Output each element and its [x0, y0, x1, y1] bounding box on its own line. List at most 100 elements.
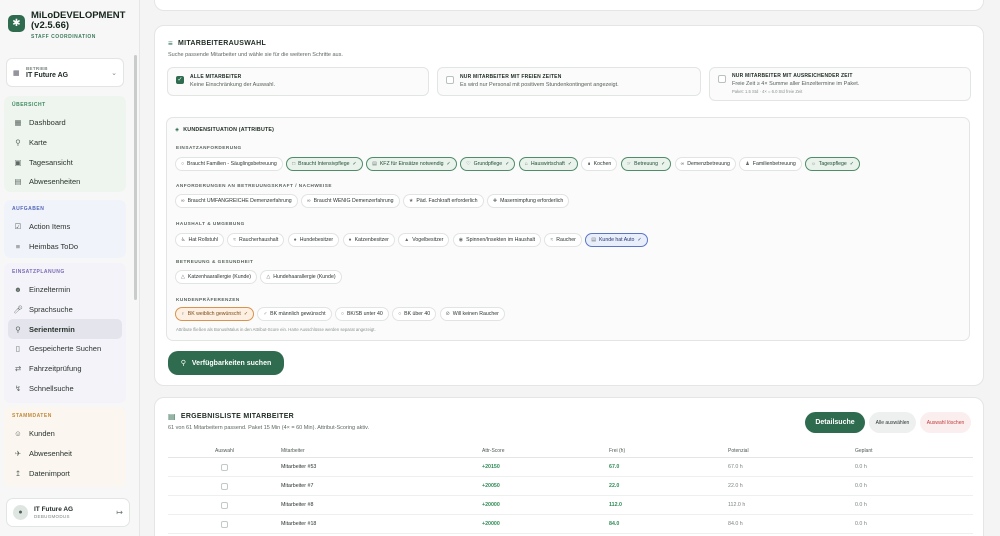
cell-name: Mitarbeiter #7 — [281, 483, 314, 489]
chip-ueber-40[interactable]: ○ BK über 40 — [392, 307, 437, 321]
chip-rollstuhl[interactable]: ♿ Hat Rollstuhl — [175, 233, 224, 247]
nav-group-title: ÜBERSICHT — [12, 102, 46, 108]
logout-icon[interactable]: ↦ — [116, 508, 123, 517]
attribute-hint: Attribute fließen als Bonus/Malus in den… — [176, 327, 376, 332]
chip-kfz[interactable]: ▤ KFZ für Einsätze notwendig ✓ — [366, 157, 457, 171]
kundensituation-panel: ◈ KUNDENSITUATION (ATTRIBUTE) EINSATZANFO… — [166, 117, 970, 341]
chip-katzenhaarallergie[interactable]: △ Katzenhaarallergie (Kunde) — [175, 270, 258, 284]
sidebar-item-datenimport[interactable]: ↥ Datenimport — [8, 463, 122, 483]
table-row[interactable]: Mitarbeiter #18 +20000 84.0 84.0 h 0.0 h — [168, 515, 973, 534]
brain-icon: ∞ — [680, 161, 685, 167]
chip-umfangreiche-demenz[interactable]: ∞ Braucht UMFANGREICHE Demenzerfahrung — [175, 194, 298, 208]
sidebar-item-heimbas-todo[interactable]: ≡ Heimbas ToDo — [8, 237, 122, 257]
chip-tagespflege[interactable]: ☼ Tagespflege ✓ — [805, 157, 860, 171]
sidebar-item-karte[interactable]: ⚲ Karte — [8, 133, 122, 153]
column-header[interactable]: Potenzial — [728, 448, 855, 454]
chip-bk-weiblich[interactable]: ♀ BK weiblich gewünscht ✓ — [175, 307, 255, 321]
sidebar-item-fahrzeitpruefung[interactable]: ⇄ Fahrzeitprüfung — [8, 359, 122, 379]
chip-bk-maennlich[interactable]: ♂ BK männlich gewünscht — [257, 307, 332, 321]
column-header[interactable]: Geplant — [855, 448, 973, 454]
sidebar-item-label: Fahrzeitprüfung — [29, 364, 82, 374]
sidebar-item-tagesansicht[interactable]: ▣ Tagesansicht — [8, 152, 122, 172]
chip-vogelbesitzer[interactable]: ▲ Vogelbesitzer — [398, 233, 450, 247]
chip-kunde-hat-auto[interactable]: ▤ Kunde hat Auto ✓ — [585, 233, 648, 247]
male-icon: ♂ — [263, 311, 268, 317]
previous-card — [154, 0, 984, 11]
row-checkbox[interactable] — [221, 482, 228, 490]
chip-demenzbetreuung[interactable]: ∞ Demenzbetreuung — [674, 157, 736, 171]
people-icon: ☺ — [14, 429, 22, 439]
detailsuche-button[interactable]: Detailsuche — [805, 412, 865, 433]
chip-hundebesitzer[interactable]: ● Hundebesitzer — [287, 233, 340, 247]
users-search-icon: ⚲ — [15, 324, 21, 334]
family-icon: ♟ — [745, 161, 750, 167]
check-icon: ✓ — [446, 161, 451, 167]
sidebar-item-schnellsuche[interactable]: ↯ Schnellsuche — [8, 378, 122, 398]
option-freie-zeiten[interactable]: NUR MITARBEITER MIT FREIEN ZEITEN Es wir… — [437, 67, 701, 96]
chip-hauswirtschaft[interactable]: ⌂ Hauswirtschaft ✓ — [518, 157, 579, 171]
cell-potenzial: 22.0 h — [728, 483, 743, 489]
chip-betreuung[interactable]: ☞ Betreuung ✓ — [620, 157, 672, 171]
cell-score: +20000 — [482, 521, 500, 527]
option-alle-mitarbeiter[interactable]: ✓ ALLE MITARBEITER Keine Einschränkung d… — [167, 67, 429, 96]
chip-label: BK weiblich gewünscht — [187, 311, 241, 317]
chip-raucher[interactable]: ≈ Raucher — [544, 233, 582, 247]
betrieb-value: IT Future AG — [26, 72, 69, 79]
sidebar-scrollbar[interactable] — [134, 55, 137, 300]
chip-label: Päd. Fachkraft erforderlich — [416, 198, 478, 204]
sidebar-item-gespeicherte-suchen[interactable]: ▯ Gespeicherte Suchen — [8, 339, 122, 359]
chip-paed-fachkraft[interactable]: ★ Päd. Fachkraft erforderlich — [402, 194, 484, 208]
checkbox-checked-icon[interactable]: ✓ — [176, 76, 184, 84]
betrieb-select[interactable]: ▦ BETRIEB IT Future AG ⌄ — [6, 58, 124, 87]
chip-saeuglingsbetreuung[interactable]: ○ Braucht Familien - Säuglingsbetreuung — [175, 157, 283, 171]
sidebar-item-dashboard[interactable]: ▦ Dashboard — [8, 113, 122, 133]
column-header[interactable]: Frei (h) — [609, 448, 728, 454]
clear-selection-button[interactable]: Auswahl löschen — [920, 412, 971, 433]
sidebar-item-serientermin[interactable]: ⚲ Serientermin — [8, 319, 122, 340]
chip-masernimpfung[interactable]: ✚ Masernimpfung erforderlich — [486, 194, 570, 208]
row-checkbox[interactable] — [221, 463, 228, 471]
row-checkbox[interactable] — [221, 520, 228, 528]
select-all-button[interactable]: Alle auswählen — [869, 412, 916, 433]
option-title: ALLE MITARBEITER — [190, 74, 242, 80]
option-ausreichende-zeit[interactable]: NUR MITARBEITER MIT AUSREICHENDER ZEIT F… — [709, 67, 971, 101]
chip-intensivpflege[interactable]: □ Braucht Intensivpflege ✓ — [286, 157, 363, 171]
category-title: BETREUUNG & GESUNDHEIT — [176, 259, 254, 264]
option-desc: Freie Zeit ≥ 4× Summe aller Einzeltermin… — [732, 81, 860, 87]
chip-kochen[interactable]: ∎ Kochen — [581, 157, 618, 171]
sidebar-item-action-items[interactable]: ☑ Action Items — [8, 217, 122, 237]
chip-label: Demenzbetreuung — [687, 161, 730, 167]
chip-wenig-demenz[interactable]: ∞ Braucht WENIG Demenzerfahrung — [301, 194, 400, 208]
chip-spinnen-insekten[interactable]: ◉ Spinnen/Insekten im Haushalt — [452, 233, 542, 247]
chip-unter-40[interactable]: ○ BK/SB unter 40 — [334, 307, 389, 321]
sidebar-item-kunden[interactable]: ☺ Kunden — [8, 424, 122, 444]
checkbox[interactable] — [446, 76, 454, 84]
brain-icon: ∞ — [307, 198, 311, 204]
table-row[interactable]: Mitarbeiter #7 +20050 22.0 22.0 h 0.0 h — [168, 477, 973, 496]
column-header[interactable]: Attr-Score — [482, 448, 609, 454]
sidebar-item-abwesenheiten[interactable]: ▤ Abwesenheiten — [8, 172, 122, 192]
table-row[interactable]: Mitarbeiter #8 +20000 112.0 112.0 h 0.0 … — [168, 496, 973, 515]
building-icon: ▦ — [13, 69, 20, 77]
map-pin-icon: ⚲ — [15, 138, 21, 148]
chip-keinen-raucher[interactable]: ⊘ Will keinen Raucher — [439, 307, 505, 321]
sidebar-item-label: Kunden — [29, 429, 55, 439]
chip-katzenbesitzer[interactable]: ● Katzenbesitzer — [342, 233, 395, 247]
chip-raucherhaushalt[interactable]: ≈ Raucherhaushalt — [227, 233, 285, 247]
chip-grundpflege[interactable]: ♡ Grundpflege ✓ — [460, 157, 516, 171]
sidebar-item-label: Heimbas ToDo — [29, 242, 79, 252]
sidebar-item-abwesenheit[interactable]: ✈ Abwesenheit — [8, 444, 122, 464]
column-header[interactable]: Mitarbeiter — [281, 448, 482, 454]
sidebar-item-sprachsuche[interactable]: 🎤︎ Sprachsuche — [8, 300, 122, 320]
checkbox[interactable] — [718, 75, 726, 83]
search-availability-button[interactable]: ⚲ Verfügbarkeiten suchen — [168, 351, 284, 375]
chip-familienbetreuung[interactable]: ♟ Familienbetreuung — [739, 157, 802, 171]
chip-hundehaarallergie[interactable]: △ Hundehaarallergie (Kunde) — [260, 270, 342, 284]
check-icon: ✓ — [849, 161, 854, 167]
row-checkbox[interactable] — [221, 501, 228, 509]
sidebar-item-einzeltermin[interactable]: ☻ Einzeltermin — [8, 280, 122, 300]
kundensituation-title-row: ◈ KUNDENSITUATION (ATTRIBUTE) — [175, 127, 274, 133]
table-row[interactable]: Mitarbeiter #53 +20150 67.0 67.0 h 0.0 h — [168, 458, 973, 477]
chip-label: Masernimpfung erforderlich — [500, 198, 564, 204]
chip-label: Hat Rollstuhl — [188, 237, 218, 243]
